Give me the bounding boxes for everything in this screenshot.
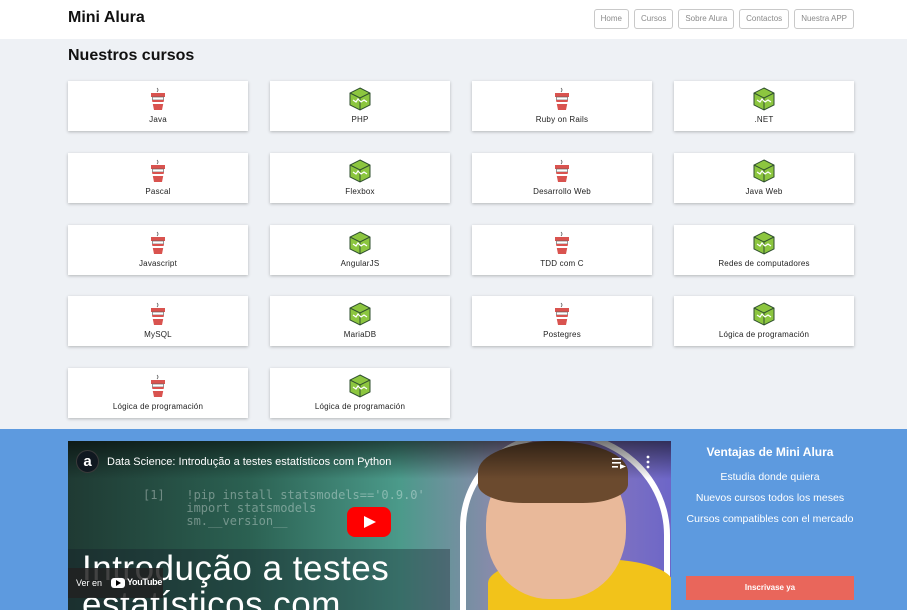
channel-avatar[interactable]: a (76, 450, 99, 473)
benefit-item: Estudia donde quiera (720, 471, 820, 483)
course-card[interactable]: Lógica de programación (68, 368, 248, 418)
red-mug-icon (551, 159, 573, 183)
red-mug-icon (551, 231, 573, 255)
green-box-icon (349, 231, 371, 255)
play-button[interactable] (347, 507, 391, 537)
course-card[interactable]: .NET (674, 81, 854, 131)
nav-cursos-link[interactable]: Cursos (634, 9, 674, 29)
red-mug-icon (551, 87, 573, 111)
course-card[interactable]: Pascal (68, 153, 248, 203)
course-card[interactable]: Ruby on Rails (472, 81, 652, 131)
course-card-label: Pascal (145, 187, 171, 196)
red-mug-icon (147, 231, 169, 255)
top-header: Mini Alura Home Cursos Sobre Alura Conta… (0, 0, 907, 39)
site-logo[interactable]: Mini Alura (68, 9, 145, 27)
course-card-label: Java (149, 115, 167, 124)
course-card[interactable]: PHP (270, 81, 450, 131)
course-card-label: Desarrollo Web (533, 187, 591, 196)
course-card-label: PHP (351, 115, 369, 124)
benefit-item: Nuevos cursos todos los meses (695, 492, 845, 504)
red-mug-icon (147, 159, 169, 183)
nav-sobre-alura-link[interactable]: Sobre Alura (678, 9, 735, 29)
benefit-item: Cursos compatibles con el mercado (686, 513, 854, 525)
youtube-play-box-icon (111, 578, 125, 588)
course-card[interactable]: AngularJS (270, 225, 450, 275)
signup-button[interactable]: Inscrivase ya (686, 576, 854, 600)
course-card-label: MariaDB (343, 330, 377, 339)
green-box-icon (753, 159, 775, 183)
course-card[interactable]: Lógica de programación (674, 296, 854, 346)
youtube-video-embed[interactable]: [1] !pip install statsmodels=='0.9.0' im… (68, 441, 671, 610)
red-mug-icon (147, 302, 169, 326)
course-card[interactable]: Java (68, 81, 248, 131)
course-card[interactable]: Lógica de programación (270, 368, 450, 418)
nav-nuestra-app-link[interactable]: Nuestra APP (794, 9, 854, 29)
course-card-label: TDD com C (540, 259, 584, 268)
course-card-label: Lógica de programación (718, 330, 810, 339)
green-box-icon (753, 231, 775, 255)
benefits-title: Ventajas de Mini Alura (706, 445, 834, 459)
course-card[interactable]: Java Web (674, 153, 854, 203)
course-card[interactable]: Redes de computadores (674, 225, 854, 275)
main-nav: Home Cursos Sobre Alura Contactos Nuestr… (593, 9, 854, 29)
course-card-label: Lógica de programación (112, 402, 204, 411)
course-card[interactable]: Javascript (68, 225, 248, 275)
course-card[interactable]: TDD com C (472, 225, 652, 275)
course-card[interactable]: MySQL (68, 296, 248, 346)
green-box-icon (753, 302, 775, 326)
queue-icon[interactable] (612, 457, 626, 469)
green-box-icon (753, 87, 775, 111)
course-card-label: Flexbox (345, 187, 375, 196)
green-box-icon (349, 302, 371, 326)
course-card-label: Javascript (138, 259, 177, 268)
red-mug-icon (551, 302, 573, 326)
course-card[interactable]: Desarrollo Web (472, 153, 652, 203)
youtube-wordmark: YouTube (127, 577, 163, 587)
course-card[interactable]: Postegres (472, 296, 652, 346)
course-card-label: Redes de computadores (718, 259, 810, 268)
nav-home-link[interactable]: Home (593, 9, 629, 29)
course-card-label: AngularJS (340, 259, 380, 268)
course-card-label: .NET (754, 115, 774, 124)
course-card-label: Ruby on Rails (535, 115, 589, 124)
green-box-icon (349, 87, 371, 111)
course-card[interactable]: MariaDB (270, 296, 450, 346)
red-mug-icon (147, 374, 169, 398)
youtube-logo-icon[interactable]: YouTube (111, 577, 162, 589)
video-overlay-title: Introdução a testes estatísticos com (82, 549, 390, 610)
course-card-label: Lógica de programación (314, 402, 406, 411)
course-card-label: MySQL (144, 330, 172, 339)
green-box-icon (349, 159, 371, 183)
courses-heading: Nuestros cursos (68, 47, 195, 64)
red-mug-icon (147, 87, 169, 111)
video-title[interactable]: Data Science: Introdução a testes estatí… (107, 456, 391, 468)
green-box-icon (349, 374, 371, 398)
watch-on-label[interactable]: Ver en (76, 578, 102, 588)
nav-contactos-link[interactable]: Contactos (739, 9, 790, 29)
course-card-label: Java Web (745, 187, 783, 196)
course-card[interactable]: Flexbox (270, 153, 450, 203)
benefits-panel: Ventajas de Mini Alura Estudia donde qui… (680, 445, 860, 534)
more-options-icon[interactable] (645, 455, 651, 469)
course-card-label: Postegres (543, 330, 581, 339)
